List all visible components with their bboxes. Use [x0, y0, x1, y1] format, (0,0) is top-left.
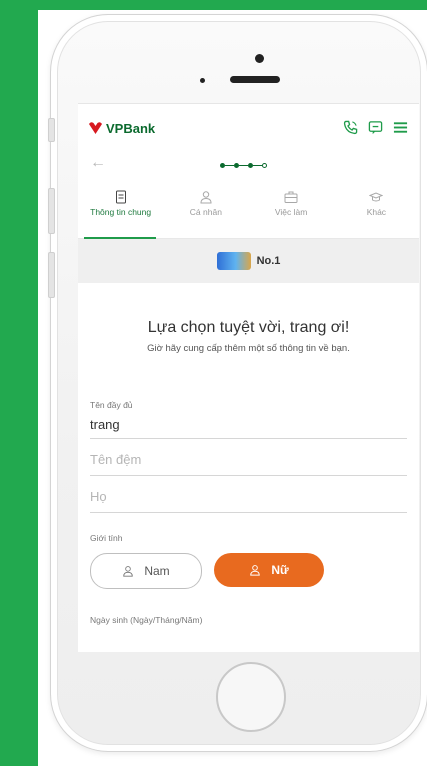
greeting-subtitle: Giờ hãy cung cấp thêm một số thông tin v…: [147, 343, 350, 354]
full-name-label: Tên đầy đủ: [90, 400, 133, 410]
active-tab-indicator: [84, 237, 156, 239]
personal-info-form: Tên đầy đủ trang Tên đệm Họ Giới tính Na…: [78, 400, 419, 625]
app-header: VPBank: [78, 104, 419, 154]
briefcase-icon: [284, 191, 298, 203]
tab-thong-tin-chung[interactable]: Thông tin chung: [78, 182, 163, 238]
back-arrow-icon[interactable]: ←: [90, 154, 106, 172]
middle-name-input[interactable]: Tên đệm: [90, 443, 407, 476]
progress-connector: [225, 165, 234, 166]
phone-icon[interactable]: [342, 119, 359, 136]
phone-home-button[interactable]: [216, 662, 286, 732]
progress-connector: [239, 165, 248, 166]
vpbank-logo[interactable]: VPBank: [88, 121, 155, 136]
phone-speaker: [230, 76, 280, 83]
tab-label: Việc làm: [274, 207, 308, 217]
promo-banner: No.1: [78, 239, 419, 283]
phone-volume-down: [48, 252, 55, 298]
greeting: Lựa chọn tuyệt vời, trang ơi! Giờ hãy cu…: [78, 319, 419, 354]
gender-label: Giới tính: [90, 533, 123, 543]
background-green-strip: [0, 0, 38, 766]
graduation-cap-icon: [369, 192, 384, 202]
dob-label: Ngày sinh (Ngày/Tháng/Năm): [90, 615, 203, 625]
gender-female-label: Nữ: [271, 563, 289, 577]
person-icon: [123, 566, 134, 577]
person-icon: [200, 191, 212, 204]
app-screen: VPBank ← Thông tin chung Cá nhân Việc là…: [78, 103, 419, 652]
background-green-band: [0, 0, 427, 10]
document-icon: [115, 190, 126, 204]
progress-connector: [253, 165, 262, 166]
phone-camera: [255, 54, 264, 63]
person-icon: [250, 565, 261, 576]
progress-stepper: [220, 163, 267, 168]
tab-label: Cá nhân: [189, 207, 222, 217]
nav-row: ←: [78, 154, 419, 182]
tab-label: Thông tin chung: [90, 207, 152, 217]
vpbank-logo-icon: [88, 121, 103, 136]
gender-male-label: Nam: [144, 564, 170, 578]
phone-volume-up: [48, 188, 55, 234]
progress-step-dot-empty: [262, 163, 267, 168]
phone-mute-switch: [48, 118, 55, 142]
vpbank-logo-text: VPBank: [106, 121, 156, 136]
phone-sensor: [200, 78, 205, 83]
tab-ca-nhan[interactable]: Cá nhân: [163, 182, 248, 238]
header-actions: [342, 119, 409, 136]
tab-khac[interactable]: Khác: [334, 182, 419, 238]
last-name-input[interactable]: Họ: [90, 480, 407, 513]
full-name-input[interactable]: trang: [90, 410, 407, 439]
promo-text: No.1: [256, 255, 281, 267]
form-tabs: Thông tin chung Cá nhân Việc làm Khác: [78, 182, 419, 239]
tab-viec-lam[interactable]: Việc làm: [249, 182, 334, 238]
menu-icon[interactable]: [392, 119, 409, 136]
gender-female-button[interactable]: Nữ: [214, 553, 324, 587]
credit-card-image: [216, 252, 251, 270]
gender-selector: Nam Nữ: [90, 553, 407, 589]
gender-male-button[interactable]: Nam: [90, 553, 202, 589]
tab-label: Khác: [366, 207, 387, 217]
greeting-title: Lựa chọn tuyệt vời, trang ơi!: [147, 319, 350, 336]
chat-icon[interactable]: [367, 119, 384, 136]
